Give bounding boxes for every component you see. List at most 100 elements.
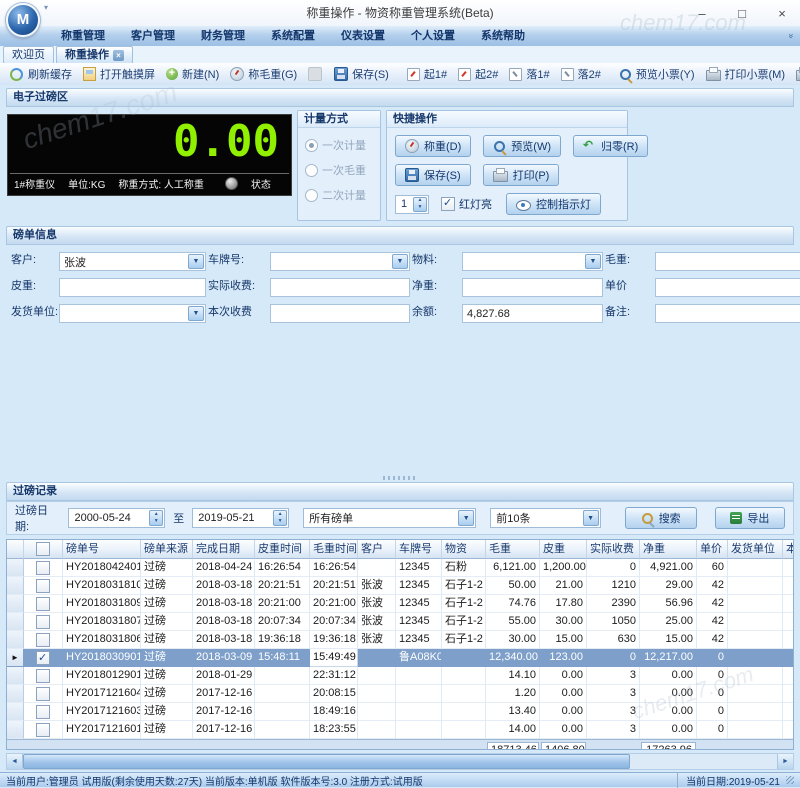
toolbar-button-1[interactable]: 刷新缓存 (4, 64, 77, 84)
header-checkbox-cell[interactable] (24, 540, 63, 559)
row-checkbox-cell[interactable] (24, 649, 63, 667)
table-row-6[interactable]: ►HY2018030901过磅2018-03-0915:48:1115:49:4… (7, 649, 793, 667)
red-light-checkbox[interactable] (441, 197, 455, 211)
column-header-15[interactable]: 本次收费 (783, 540, 794, 559)
row-checkbox-cell[interactable] (24, 721, 63, 739)
menu-overflow-icon[interactable]: » (786, 33, 796, 38)
ticket-type-dropdown-icon[interactable]: ▼ (458, 510, 474, 526)
scroll-left-icon[interactable]: ◄ (7, 754, 23, 769)
limit-dropdown-icon[interactable]: ▼ (583, 510, 599, 526)
column-header-1[interactable]: 磅单号 (63, 540, 141, 559)
quick-preview-button[interactable]: 预览(W) (483, 135, 561, 157)
date-from-field[interactable]: 2000-05-24 ▲▼ (68, 508, 165, 528)
date-to-field[interactable]: 2019-05-21 ▲▼ (192, 508, 289, 528)
row-checkbox-cell[interactable] (24, 703, 63, 721)
unit-price-field[interactable] (655, 278, 800, 297)
header-checkbox[interactable] (36, 542, 50, 556)
table-row-3[interactable]: HY2018031809过磅2018-03-1820:21:0020:21:00… (7, 595, 793, 613)
toolbar-button-12[interactable]: 落2# (556, 64, 606, 84)
limit-select[interactable]: 前10条 ▼ (490, 508, 600, 528)
minimize-button[interactable]: – (694, 6, 710, 21)
row-checkbox-cell[interactable] (24, 631, 63, 649)
toolbar-button-7[interactable]: 保存(S) (329, 64, 394, 84)
row-checkbox[interactable] (36, 687, 50, 701)
table-row-8[interactable]: HY2017121604过磅2017-12-1620:08:151.200.00… (7, 685, 793, 703)
search-button[interactable]: 搜索 (625, 507, 697, 529)
table-row-10[interactable]: HY2017121601过磅2017-12-1618:23:5514.000.0… (7, 721, 793, 739)
toolbar-button-11[interactable]: 落1# (504, 64, 554, 84)
row-checkbox[interactable] (36, 615, 50, 629)
scroll-right-icon[interactable]: ► (777, 754, 793, 769)
chevron-down-icon[interactable]: ▼ (188, 306, 204, 321)
column-header-13[interactable]: 单价 (697, 540, 728, 559)
table-row-9[interactable]: HY2017121603过磅2017-12-1618:49:1613.400.0… (7, 703, 793, 721)
menu-item-3[interactable]: 财务管理 (188, 26, 258, 46)
menu-item-5[interactable]: 仪表设置 (328, 26, 398, 46)
toolbar-button-3[interactable]: 新建(N) (161, 64, 224, 84)
row-checkbox[interactable] (36, 723, 50, 737)
quick-print-button[interactable]: 打印(P) (483, 164, 560, 186)
radio-icon[interactable] (305, 189, 318, 202)
row-checkbox[interactable] (36, 669, 50, 683)
row-checkbox-cell[interactable] (24, 595, 63, 613)
resize-grip-icon[interactable] (786, 776, 794, 784)
toolbar-button-14[interactable]: 预览小票(Y) (614, 64, 700, 84)
spinner-arrows-icon[interactable]: ▲▼ (413, 197, 427, 212)
table-row-4[interactable]: HY2018031807过磅2018-03-1820:07:3420:07:34… (7, 613, 793, 631)
balance-field[interactable]: 4,827.68 (462, 304, 603, 323)
row-checkbox[interactable] (36, 633, 50, 647)
toolbar-button-15[interactable]: 打印小票(M) (701, 64, 791, 84)
net-weight-field[interactable] (462, 278, 603, 297)
row-checkbox-cell[interactable] (24, 613, 63, 631)
app-logo-orb[interactable]: M (6, 3, 40, 37)
tare-weight-field[interactable] (59, 278, 206, 297)
row-checkbox-cell[interactable] (24, 667, 63, 685)
measure-option-2[interactable]: 一次毛重 (305, 162, 380, 178)
gross-weight-field[interactable] (655, 252, 800, 271)
toolbar-button-5[interactable] (303, 65, 327, 83)
row-checkbox-cell[interactable] (24, 685, 63, 703)
chevron-down-icon[interactable]: ▼ (188, 254, 204, 269)
chevron-down-icon[interactable]: ▼ (392, 254, 408, 269)
measure-option-3[interactable]: 二次计量 (305, 187, 380, 203)
customer-field[interactable]: 张波▼ (59, 252, 206, 271)
column-header-10[interactable]: 皮重 (540, 540, 587, 559)
row-checkbox[interactable] (36, 561, 50, 575)
date-from-spinner-icon[interactable]: ▲▼ (149, 510, 163, 526)
maximize-button[interactable]: □ (734, 6, 750, 21)
radio-icon[interactable] (305, 139, 318, 152)
quick-scale-button[interactable]: 称重(D) (395, 135, 471, 157)
close-button[interactable]: × (774, 6, 790, 21)
toolbar-button-9[interactable]: 起1# (402, 64, 452, 84)
shipper-field[interactable]: ▼ (59, 304, 206, 323)
menu-item-1[interactable]: 称重管理 (48, 26, 118, 46)
table-row-5[interactable]: HY2018031806过磅2018-03-1819:36:1819:36:18… (7, 631, 793, 649)
toolbar-button-16[interactable]: 打印(P) (791, 64, 800, 84)
row-checkbox[interactable] (36, 705, 50, 719)
current-charge-field[interactable] (270, 304, 410, 323)
menu-item-6[interactable]: 个人设置 (398, 26, 468, 46)
horizontal-scrollbar[interactable]: ◄ ► (6, 753, 794, 770)
date-to-spinner-icon[interactable]: ▲▼ (273, 510, 287, 526)
tab-2[interactable]: 称重操作× (56, 46, 133, 63)
column-header-5[interactable]: 毛重时间 (310, 540, 358, 559)
row-checkbox[interactable] (36, 597, 50, 611)
quick-access-chevron-icon[interactable]: ▾ (44, 3, 48, 12)
quick-save-button[interactable]: 保存(S) (395, 164, 471, 186)
column-header-3[interactable]: 完成日期 (193, 540, 255, 559)
menu-item-2[interactable]: 客户管理 (118, 26, 188, 46)
tab-close-icon[interactable]: × (113, 50, 124, 61)
remark-field[interactable] (655, 304, 800, 323)
plate-number-field[interactable]: ▼ (270, 252, 410, 271)
column-header-4[interactable]: 皮重时间 (255, 540, 310, 559)
ticket-type-select[interactable]: 所有磅单 ▼ (303, 508, 476, 528)
quick-zero-button[interactable]: 归零(R) (573, 135, 648, 157)
row-checkbox-cell[interactable] (24, 559, 63, 577)
column-header-11[interactable]: 实际收费 (587, 540, 640, 559)
splitter-bar[interactable] (6, 473, 794, 482)
radio-icon[interactable] (305, 164, 318, 177)
table-row-1[interactable]: HY2018042401过磅2018-04-2416:26:5416:26:54… (7, 559, 793, 577)
material-field[interactable]: ▼ (462, 252, 603, 271)
toolbar-button-2[interactable]: 打开触摸屏 (78, 64, 160, 84)
tab-1[interactable]: 欢迎页 (3, 46, 54, 63)
